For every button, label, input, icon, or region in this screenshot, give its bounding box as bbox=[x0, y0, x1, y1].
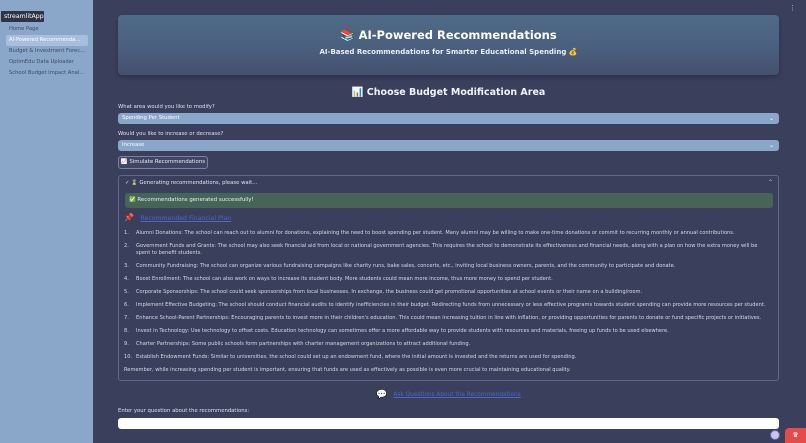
speech-bubble-icon: 💬 bbox=[376, 390, 388, 400]
list-item-number: 7. bbox=[124, 314, 129, 321]
list-item-number: 6. bbox=[124, 301, 129, 308]
direction-select-value: Increase bbox=[122, 142, 145, 148]
list-item: 1. Alumni Donations: The school can reach… bbox=[124, 230, 772, 238]
list-item-number: 9. bbox=[124, 340, 129, 347]
list-item: 9. Charter Partnerships: Some public scho… bbox=[124, 341, 772, 349]
list-item-text: Implement Effective Budgeting: The schoo… bbox=[136, 301, 766, 308]
hero-banner: 📚 AI-Powered Recommendations AI-Based Re… bbox=[118, 15, 779, 75]
avatar[interactable] bbox=[770, 430, 780, 440]
page-subtitle: AI-Based Recommendations for Smarter Edu… bbox=[319, 48, 578, 56]
recommendations-expander: ✓ ⌛ Generating recommendations, please w… bbox=[118, 175, 779, 381]
list-item: 8. Invest in Technology: Use technology t… bbox=[124, 328, 772, 336]
chevron-down-icon: ⌄ bbox=[768, 115, 774, 122]
check-icon: ✓ bbox=[125, 180, 130, 186]
list-item-text: Community Fundraising: The school can or… bbox=[136, 263, 676, 270]
list-item-text: Invest in Technology: Use technology to … bbox=[136, 327, 669, 334]
sidebar-item-data-uploader[interactable]: OptimEdu Data Uploader bbox=[6, 57, 88, 68]
app-name-tag: streamlitApp bbox=[1, 11, 44, 22]
area-select-value: Spending Per Student bbox=[122, 115, 180, 121]
ask-questions-row: 💬 Ask Questions About the Recommendation… bbox=[118, 390, 779, 400]
main-content: ⋮ 📚 AI-Powered Recommendations AI-Based … bbox=[93, 0, 806, 443]
list-item-number: 4. bbox=[124, 276, 129, 283]
list-item: 7. Enhance School-Parent Partnerships: En… bbox=[124, 315, 772, 323]
ask-questions-link[interactable]: Ask Questions About the Recommendations bbox=[393, 392, 520, 398]
direction-select[interactable]: Increase ⌄ bbox=[118, 140, 779, 151]
list-item: 3. Community Fundraising: The school can … bbox=[124, 263, 772, 271]
recommendations-list: 1. Alumni Donations: The school can reach… bbox=[124, 230, 772, 366]
simulate-recommendations-button[interactable]: 📈 Simulate Recommendations bbox=[118, 156, 208, 169]
list-item: 4. Boost Enrollment: The school can also … bbox=[124, 276, 772, 284]
sidebar: streamlitApp Home Page AI-Powered Recomm… bbox=[0, 0, 93, 443]
list-item-number: 1. bbox=[124, 230, 129, 236]
expander-header-label: ⌛ Generating recommendations, please wai… bbox=[131, 180, 258, 186]
list-item-text: Corporate Sponsorships: The school could… bbox=[136, 289, 643, 296]
success-alert: ✅ Recommendations generated successfully… bbox=[125, 193, 773, 208]
list-item: 10. Establish Endowment Funds: Similar to… bbox=[124, 354, 772, 362]
list-item-number: 5. bbox=[124, 289, 129, 296]
list-item-text: Government Funds and Grants: The school … bbox=[136, 242, 758, 257]
list-item-text: Alumni Donations: The school can reach o… bbox=[136, 230, 735, 236]
area-field-label: What area would you like to modify? bbox=[118, 104, 215, 110]
list-item: 6. Implement Effective Budgeting: The sch… bbox=[124, 302, 772, 310]
list-item-number: 8. bbox=[124, 327, 129, 334]
list-item-number: 2. bbox=[124, 242, 129, 249]
question-input-label: Enter your question about the recommenda… bbox=[118, 408, 250, 414]
page-title: 📚 AI-Powered Recommendations bbox=[340, 28, 557, 42]
question-input[interactable] bbox=[118, 418, 779, 429]
direction-field-label: Would you like to increase or decrease? bbox=[118, 131, 224, 137]
plan-heading: 📌 Recommended Financial Plan bbox=[124, 213, 231, 222]
list-item-text: Establish Endowment Funds: Similar to un… bbox=[136, 353, 577, 360]
list-item: 2. Government Funds and Grants: The schoo… bbox=[124, 243, 772, 258]
list-item-text: Enhance School-Parent Partnerships: Enco… bbox=[136, 314, 762, 321]
chevron-down-icon: ⌄ bbox=[768, 142, 774, 149]
kebab-menu-icon[interactable]: ⋮ bbox=[789, 4, 796, 12]
list-item-text: Boost Enrollment: The school can also wo… bbox=[136, 276, 553, 283]
sidebar-item-home-page[interactable]: Home Page bbox=[6, 24, 88, 35]
list-item-number: 3. bbox=[124, 263, 129, 270]
sidebar-item-budget-forecast[interactable]: Budget & Investment Forec... bbox=[6, 46, 88, 57]
area-select[interactable]: Spending Per Student ⌄ bbox=[118, 113, 779, 124]
financial-plan-link[interactable]: Recommended Financial Plan bbox=[141, 215, 232, 222]
list-item: 5. Corporate Sponsorships: The school cou… bbox=[124, 289, 772, 297]
expander-header[interactable]: ✓ ⌛ Generating recommendations, please w… bbox=[125, 180, 257, 186]
crown-icon[interactable]: ♛ bbox=[785, 428, 806, 443]
section-title: 📊 Choose Budget Modification Area bbox=[351, 87, 546, 98]
closing-note: Remember, while increasing spending per … bbox=[124, 367, 571, 373]
chevron-up-icon[interactable]: ⌃ bbox=[768, 179, 773, 186]
list-item-number: 10. bbox=[124, 353, 133, 360]
sidebar-item-budget-impact[interactable]: School Budget Impact Anal... bbox=[6, 68, 88, 79]
pushpin-icon: 📌 bbox=[124, 213, 134, 222]
sidebar-nav: Home Page AI-Powered Recommenda... Budge… bbox=[6, 24, 88, 79]
list-item-text: Charter Partnerships: Some public school… bbox=[136, 340, 471, 347]
sidebar-item-ai-recommendations[interactable]: AI-Powered Recommenda... bbox=[6, 35, 88, 46]
